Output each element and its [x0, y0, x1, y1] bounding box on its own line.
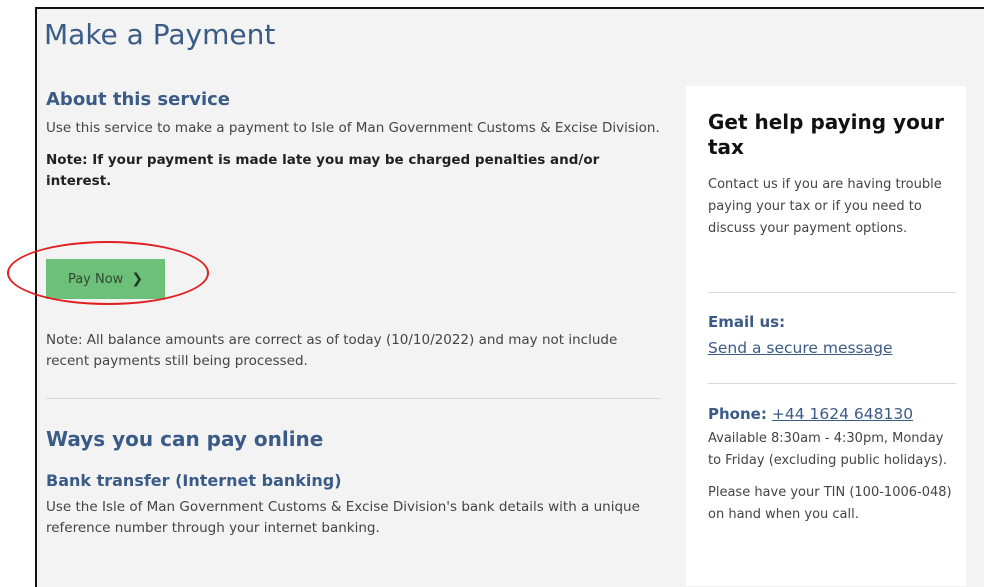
bank-transfer-heading: Bank transfer (Internet banking)	[46, 471, 342, 490]
ways-heading: Ways you can pay online	[46, 427, 324, 451]
phone-number-link[interactable]: +44 1624 648130	[772, 405, 913, 423]
phone-hours: Available 8:30am - 4:30pm, Monday to Fri…	[708, 431, 948, 468]
balance-note: Note: All balance amounts are correct as…	[46, 332, 618, 369]
late-payment-note: Note: If your payment is made late you m…	[46, 152, 600, 189]
ways-section: Ways you can pay online Bank transfer (I…	[46, 426, 676, 539]
about-description: Use this service to make a payment to Is…	[46, 120, 660, 136]
phone-row: Phone: +44 1624 648130	[708, 404, 958, 424]
email-heading: Email us:	[708, 313, 786, 331]
bank-transfer-description: Use the Isle of Man Government Customs &…	[46, 499, 640, 536]
tin-note: Please have your TIN (100-1006-048) on h…	[708, 485, 952, 522]
help-divider-1	[708, 292, 956, 293]
page-title: Make a Payment	[44, 18, 276, 51]
pay-now-button[interactable]: Pay Now ❯	[46, 259, 165, 299]
pay-now-label: Pay Now	[67, 271, 124, 287]
send-secure-message-link[interactable]: Send a secure message	[708, 339, 958, 357]
help-intro: Contact us if you are having trouble pay…	[708, 177, 942, 236]
phone-label: Phone:	[708, 405, 767, 423]
chevron-right-icon: ❯	[131, 271, 144, 287]
help-title: Get help paying your tax	[708, 110, 944, 159]
about-section: About this service Use this service to m…	[46, 88, 661, 192]
section-divider	[46, 398, 661, 399]
about-heading: About this service	[46, 89, 231, 110]
help-panel: Get help paying your tax Contact us if y…	[686, 86, 966, 586]
help-divider-2	[708, 383, 956, 384]
